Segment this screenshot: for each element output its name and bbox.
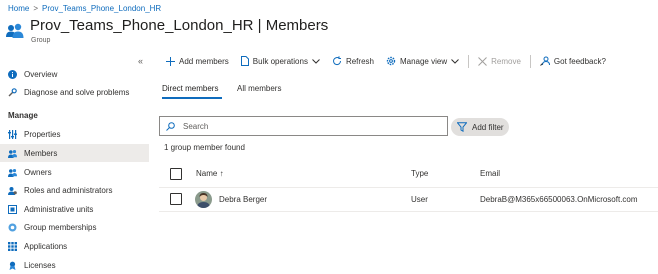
sidebar-item-owners[interactable]: Owners xyxy=(0,163,149,181)
filter-icon xyxy=(457,122,467,132)
sidebar-item-group-memberships[interactable]: Group memberships xyxy=(0,218,149,236)
sidebar-item-licenses[interactable]: Licenses xyxy=(0,256,149,274)
column-header-name[interactable]: Name ↑ xyxy=(196,169,224,178)
header-divider xyxy=(159,187,658,188)
plus-icon xyxy=(166,56,175,66)
sidebar-item-label: Administrative units xyxy=(24,204,94,214)
chevron-down-icon xyxy=(312,58,320,64)
tab-all-members[interactable]: All members xyxy=(237,84,281,93)
bulk-operations-label: Bulk operations xyxy=(252,56,308,66)
page-subtitle: Group xyxy=(31,37,51,44)
wrench-icon xyxy=(8,87,17,97)
feedback-icon xyxy=(540,56,550,66)
add-filter-label: Add filter xyxy=(472,122,504,132)
sidebar-item-label: Diagnose and solve problems xyxy=(24,87,130,97)
add-members-button[interactable]: Add members xyxy=(160,56,235,66)
chevron-down-icon xyxy=(451,58,459,64)
manage-view-button[interactable]: Manage view xyxy=(380,56,465,66)
remove-label: Remove xyxy=(491,56,521,66)
roles-icon xyxy=(8,186,17,195)
group-memberships-icon xyxy=(8,223,17,232)
group-icon xyxy=(6,23,24,39)
document-icon xyxy=(240,56,249,66)
sidebar-item-roles[interactable]: Roles and administrators xyxy=(0,181,149,199)
sidebar-item-label: Properties xyxy=(24,129,61,139)
licenses-icon xyxy=(8,261,17,270)
sidebar-item-label: Group memberships xyxy=(24,222,97,232)
sidebar-item-label: Overview xyxy=(24,69,58,79)
sidebar-item-overview[interactable]: Overview xyxy=(0,65,149,83)
member-email: DebraB@M365x66500063.OnMicrosoft.com xyxy=(480,195,638,204)
search-input[interactable] xyxy=(183,121,423,131)
owners-icon xyxy=(8,168,17,177)
refresh-button[interactable]: Refresh xyxy=(326,56,380,66)
gear-icon xyxy=(386,56,396,66)
search-icon xyxy=(166,121,175,131)
add-members-label: Add members xyxy=(179,56,229,66)
close-icon xyxy=(478,56,487,66)
properties-icon xyxy=(8,129,17,139)
sidebar-item-label: Owners xyxy=(24,167,52,177)
refresh-label: Refresh xyxy=(345,56,374,66)
feedback-label: Got feedback? xyxy=(553,56,606,66)
sidebar-section-manage: Manage xyxy=(8,111,38,120)
remove-button[interactable]: Remove xyxy=(472,57,527,66)
sidebar-item-label: Applications xyxy=(24,241,68,251)
breadcrumb-separator: > xyxy=(33,4,39,13)
member-name-link[interactable]: Debra Berger xyxy=(219,195,267,204)
sidebar-item-diagnose[interactable]: Diagnose and solve problems xyxy=(0,83,149,101)
column-header-email[interactable]: Email xyxy=(480,169,500,178)
info-icon xyxy=(8,69,17,79)
column-header-type[interactable]: Type xyxy=(411,169,428,178)
row-checkbox[interactable] xyxy=(170,193,182,205)
result-count: 1 group member found xyxy=(164,143,245,152)
search-box xyxy=(159,116,448,136)
breadcrumb-group-link[interactable]: Prov_Teams_Phone_London_HR xyxy=(42,4,161,13)
add-filter-button[interactable]: Add filter xyxy=(451,118,509,136)
select-all-checkbox[interactable] xyxy=(170,168,182,180)
applications-icon xyxy=(8,241,17,251)
sidebar-item-members[interactable]: Members xyxy=(0,144,149,162)
command-bar: Add members Bulk operations Refresh Mana… xyxy=(160,52,612,70)
sidebar-item-label: Roles and administrators xyxy=(24,185,113,195)
sidebar-item-label: Licenses xyxy=(24,260,56,270)
member-type: User xyxy=(411,195,428,204)
toolbar-divider xyxy=(529,54,531,68)
breadcrumb: Home > Prov_Teams_Phone_London_HR xyxy=(8,3,161,14)
page-title: Prov_Teams_Phone_London_HR | Members xyxy=(30,17,329,34)
manage-view-label: Manage view xyxy=(399,56,448,66)
tab-direct-members[interactable]: Direct members xyxy=(162,84,218,93)
active-tab-indicator xyxy=(162,97,222,99)
members-icon xyxy=(8,149,17,158)
sidebar-item-applications[interactable]: Applications xyxy=(0,237,149,255)
refresh-icon xyxy=(332,56,342,66)
toolbar-divider xyxy=(468,54,470,68)
more-options-button[interactable]: ··· xyxy=(312,20,324,30)
admin-units-icon xyxy=(8,204,17,214)
sidebar-item-label: Members xyxy=(24,148,58,158)
avatar xyxy=(195,191,212,208)
sidebar-item-admin-units[interactable]: Administrative units xyxy=(0,200,149,218)
bulk-operations-button[interactable]: Bulk operations xyxy=(235,56,326,66)
breadcrumb-home-link[interactable]: Home xyxy=(8,4,29,13)
sidebar-item-properties[interactable]: Properties xyxy=(0,125,149,143)
feedback-button[interactable]: Got feedback? xyxy=(534,56,612,66)
row-divider xyxy=(159,211,658,212)
